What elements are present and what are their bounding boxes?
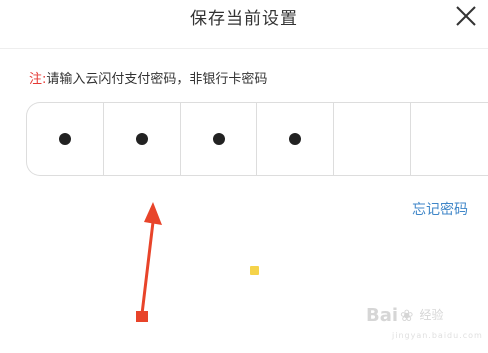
annotation-marker: [250, 266, 259, 275]
watermark-brand-left: Bai: [366, 305, 399, 326]
watermark-url: jingyan.baidu.com: [392, 331, 483, 340]
watermark-brand-right: 经验: [419, 308, 444, 322]
watermark: Bai ❀ 经验: [366, 305, 443, 326]
paw-icon: ❀: [400, 306, 414, 325]
annotation-arrow: [136, 202, 162, 322]
